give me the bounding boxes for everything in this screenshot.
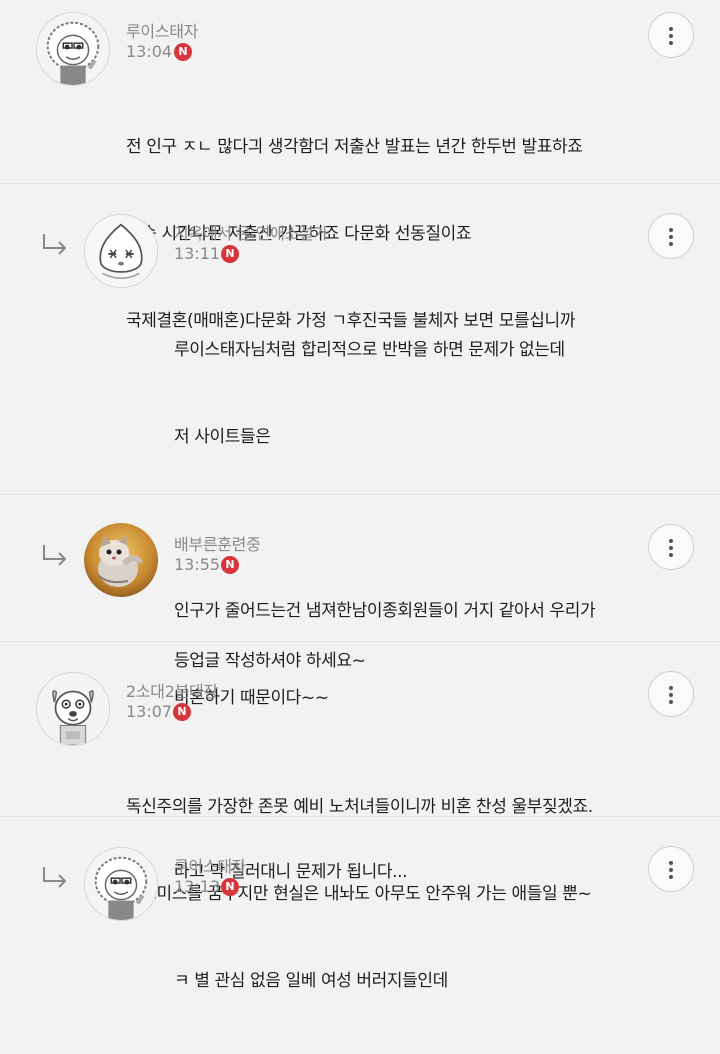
comment-time: 13:55: [174, 555, 221, 574]
new-badge: N: [221, 245, 239, 263]
comment-time: 13:11: [174, 244, 221, 263]
avatar[interactable]: [84, 523, 158, 597]
new-badge: N: [221, 878, 239, 896]
comment-body: ㅋ 별 관심 없음 일베 여성 버러지들인데: [174, 909, 448, 1054]
comment-author[interactable]: 2소대2분대장: [126, 678, 218, 702]
comment-item: 지옥에서 온 연애소설가 13:11 N 루이스태자님처럼 합리적으로 반박을 …: [0, 184, 720, 882]
comment-line: 전 인구 ㅈㄴ 많다긔 생각함더 저출산 발표는 년간 한두번 발표하죠: [126, 137, 583, 157]
comment-author[interactable]: 루이스태자: [126, 18, 198, 42]
comment-author[interactable]: 루이스태자: [174, 853, 246, 877]
comment-line: 루이스태자님처럼 합리적으로 반박을 하면 문제가 없는데: [174, 340, 565, 360]
peach-character-icon: [85, 215, 157, 287]
comment-item: 2소대2분대장 13:07 N 독신주의를 가장한 존못 예비 노처녀들이니까 …: [0, 642, 720, 904]
new-badge: N: [173, 703, 191, 721]
cartoon-face-bearded-icon: [85, 848, 157, 920]
comment-item: 배부른훈련중 13:55 N 등업글 작성하셔야 하세요~: [0, 495, 720, 671]
more-options-button[interactable]: [648, 213, 694, 259]
comment-item: 루이스태자 13:13 N ㅋ 별 관심 없음 일베 여성 버러지들인데: [0, 817, 720, 991]
cartoon-face-bearded-icon: [37, 13, 109, 85]
comment-author[interactable]: 배부른훈련중: [174, 531, 261, 555]
reply-arrow-icon: [43, 867, 67, 888]
avatar[interactable]: [36, 12, 110, 86]
kitten-photo-icon: [84, 523, 158, 597]
dog-character-icon: [37, 673, 109, 745]
comment-line: 저 사이트들은: [174, 427, 271, 447]
comment-item: 루이스태자 13:04 N 전 인구 ㅈㄴ 많다긔 생각함더 저출산 발표는 년…: [0, 0, 720, 331]
more-options-button[interactable]: [648, 12, 694, 58]
reply-arrow-icon: [43, 545, 67, 566]
comment-time: 13:07: [126, 702, 173, 721]
more-options-button[interactable]: [648, 524, 694, 570]
comment-author[interactable]: 지옥에서 온 연애소설가: [174, 220, 328, 244]
more-options-button[interactable]: [648, 846, 694, 892]
comment-time: 13:04: [126, 42, 173, 61]
avatar[interactable]: [36, 672, 110, 746]
avatar[interactable]: [84, 214, 158, 288]
new-badge: N: [174, 43, 192, 61]
reply-arrow-icon: [43, 234, 67, 255]
comment-line: ㅋ 별 관심 없음 일베 여성 버러지들인데: [174, 971, 448, 991]
avatar[interactable]: [84, 847, 158, 921]
new-badge: N: [221, 556, 239, 574]
comment-time: 13:13: [174, 877, 221, 896]
more-options-button[interactable]: [648, 671, 694, 717]
